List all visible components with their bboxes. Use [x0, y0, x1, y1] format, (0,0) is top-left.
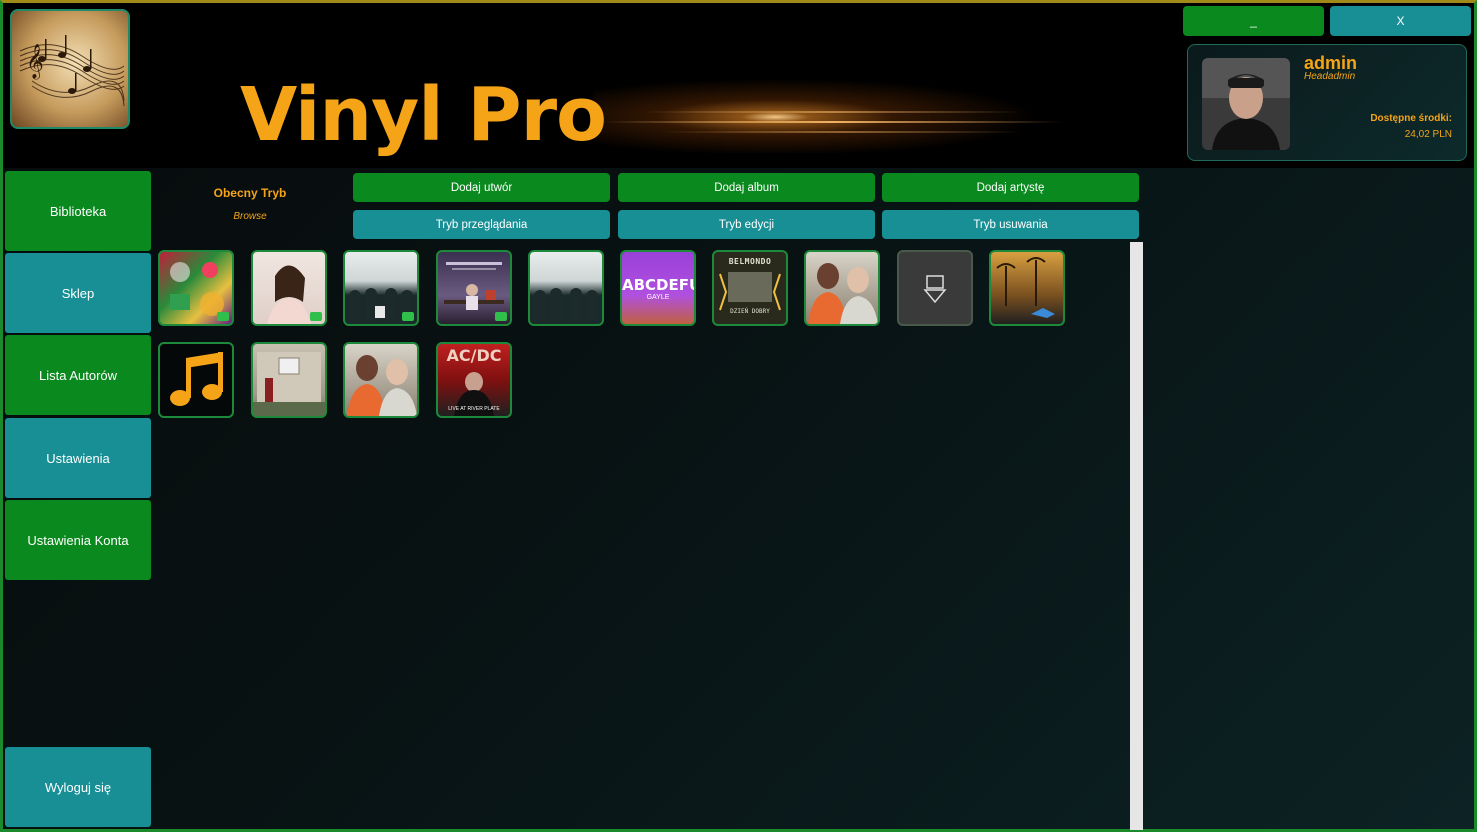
sidebar-item-library[interactable]: Biblioteka [5, 171, 151, 251]
music-sheet-icon: 𝄞 [19, 35, 125, 107]
close-button[interactable]: X [1330, 6, 1471, 36]
album-cover-subtitle: LIVE AT RIVER PLATE [448, 406, 500, 412]
album-cover-image [347, 355, 417, 416]
album-tile[interactable] [158, 342, 234, 418]
mode-title: Obecny Tryb [213, 186, 287, 200]
album-tile[interactable]: ABCDEFU GAYLE [620, 250, 696, 326]
album-badge [402, 312, 414, 321]
flare-line-decoration [663, 131, 1023, 133]
album-badge [310, 312, 322, 321]
album-tile[interactable] [804, 250, 880, 326]
music-note-icon [170, 352, 223, 406]
album-cover-title: ABCDEFU [622, 276, 696, 294]
album-badge [217, 312, 229, 321]
album-grid-scrollbar[interactable] [1130, 242, 1143, 830]
avatar [1202, 58, 1290, 150]
album-tile[interactable] [343, 342, 419, 418]
album-cover-subtitle: DZIEŃ DOBRY [730, 308, 770, 315]
album-cover-image [808, 263, 878, 324]
album-tile[interactable] [343, 250, 419, 326]
sidebar-item-authors[interactable]: Lista Autorów [5, 335, 151, 415]
album-tile[interactable] [989, 250, 1065, 326]
user-role: Headadmin [1304, 71, 1356, 82]
mode-value: Browse [233, 211, 267, 222]
edit-mode-button[interactable]: Tryb edycji [618, 210, 875, 239]
delete-mode-button[interactable]: Tryb usuwania [882, 210, 1139, 239]
album-cover-image [253, 352, 325, 416]
album-cover-artist: GAYLE [646, 294, 670, 301]
album-tile[interactable] [158, 250, 234, 326]
album-tile[interactable] [436, 250, 512, 326]
app-title: Vinyl Pro [240, 72, 607, 158]
flare-line-decoration [603, 121, 1063, 123]
placeholder-icon [923, 275, 947, 304]
user-profile-card: admin Headadmin Dostępne środki: 24,02 P… [1187, 44, 1467, 161]
sidebar-item-settings[interactable]: Ustawienia [5, 418, 151, 498]
album-tile[interactable]: AC/DC LIVE AT RIVER PLATE [436, 342, 512, 418]
album-tile[interactable]: BELMONDO DZIEŃ DOBRY [712, 250, 788, 326]
add-album-button[interactable]: Dodaj album [618, 173, 875, 202]
user-photo-icon [1202, 58, 1290, 150]
browse-mode-button[interactable]: Tryb przeglądania [353, 210, 610, 239]
flare-line-decoration [643, 111, 1023, 113]
logout-button[interactable]: Wyloguj się [5, 747, 151, 827]
sidebar-item-shop[interactable]: Sklep [5, 253, 151, 333]
funds-value: 24,02 PLN [1404, 129, 1452, 140]
add-artist-button[interactable]: Dodaj artystę [882, 173, 1139, 202]
album-tile[interactable] [251, 342, 327, 418]
album-cover-image [534, 288, 598, 324]
light-flare-decoration [593, 73, 1073, 153]
album-tile[interactable] [897, 250, 973, 326]
album-tile[interactable] [528, 250, 604, 326]
sidebar-item-account-settings[interactable]: Ustawienia Konta [5, 500, 151, 580]
album-badge [495, 312, 507, 321]
svg-text:𝄞: 𝄞 [26, 44, 44, 80]
album-tile[interactable] [251, 250, 327, 326]
app-logo: 𝄞 [10, 9, 130, 129]
album-cover-image [996, 257, 1055, 318]
funds-label: Dostępne środki: [1370, 113, 1452, 124]
minimize-button[interactable]: _ [1183, 6, 1324, 36]
add-track-button[interactable]: Dodaj utwór [353, 173, 610, 202]
